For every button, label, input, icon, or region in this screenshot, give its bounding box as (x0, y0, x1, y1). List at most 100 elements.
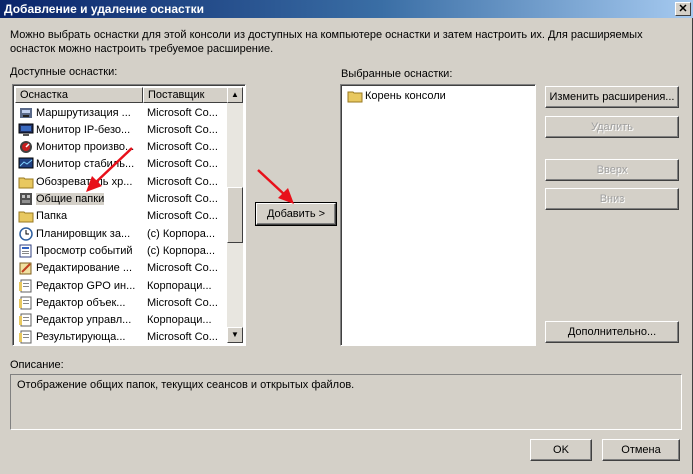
list-item[interactable]: Результирующа... Microsoft Co... (15, 329, 229, 345)
snapin-vendor: Microsoft Co... (147, 296, 218, 309)
list-item[interactable]: Редактор объек... Microsoft Co... (15, 294, 229, 311)
snapin-name: Результирующа... (36, 331, 126, 344)
snapin-vendor: Microsoft Co... (147, 331, 218, 344)
list-item[interactable]: Обозреватель хр... Microsoft Co... (15, 173, 229, 190)
description-box: Отображение общих папок, текущих сеансов… (10, 374, 682, 430)
description-label: Описание: (10, 359, 64, 371)
vertical-scrollbar[interactable]: ▲ ▼ (227, 87, 243, 343)
list-item[interactable]: Редактирование ... Microsoft Co... (15, 260, 229, 277)
list-item[interactable]: Маршрутизация ... Microsoft Co... (15, 104, 229, 121)
list-item[interactable]: Редактор управл... Корпораци... (15, 312, 229, 329)
snapin-name-cell: Монитор стабиль... (15, 157, 143, 171)
list-header: Оснастка Поставщик (15, 87, 229, 103)
snapin-name: Редактирование ... (36, 262, 133, 275)
snapin-name: Редактор GPO ин... (36, 279, 136, 292)
document-icon (18, 330, 34, 344)
editor-icon (18, 261, 34, 275)
event-viewer-icon (18, 244, 34, 258)
column-header-vendor[interactable]: Поставщик (143, 87, 229, 103)
snapin-name: Редактор объек... (36, 296, 126, 309)
snapin-vendor: (c) Корпора... (147, 227, 216, 240)
snapin-name: Общие папки (36, 193, 105, 205)
snapin-vendor: Microsoft Co... (147, 262, 218, 275)
snapin-vendor: Microsoft Co... (147, 175, 218, 188)
ok-button[interactable]: OK (530, 439, 592, 461)
snapin-vendor: Microsoft Co... (147, 123, 218, 136)
snapin-name-cell: Монитор IP-безо... (15, 123, 143, 137)
scroll-down-icon[interactable]: ▼ (227, 327, 243, 343)
snapin-vendor: (c) Корпора... (147, 244, 216, 257)
reliability-monitor-icon (18, 157, 34, 171)
snapin-name: Планировщик за... (36, 227, 131, 240)
scroll-thumb[interactable] (227, 187, 243, 243)
available-snapins-list[interactable]: Оснастка Поставщик Маршрутизация ... Micr… (12, 84, 246, 346)
snapin-name: Монитор IP-безо... (36, 123, 131, 136)
document-icon (18, 279, 34, 293)
list-item[interactable]: Папка Microsoft Co... (15, 208, 229, 225)
snapin-name-cell: Просмотр событий (15, 244, 143, 258)
snapin-name: Обозреватель хр... (36, 175, 133, 188)
add-button[interactable]: Добавить > (255, 202, 337, 226)
snapin-name-cell: Планировщик за... (15, 226, 143, 241)
snapin-name-cell: Монитор произво... (15, 140, 143, 154)
snapin-vendor: Microsoft Co... (147, 141, 218, 154)
snapin-vendor: Microsoft Co... (147, 210, 218, 223)
task-scheduler-icon (18, 226, 34, 241)
intro-text: Можно выбрать оснастки для этой консоли … (10, 29, 643, 55)
ipsec-monitor-icon (18, 123, 34, 137)
snapin-name-cell: Маршрутизация ... (15, 106, 143, 120)
list-item[interactable]: Корень консоли (347, 89, 446, 103)
snapin-name-cell: Редактор объек... (15, 296, 143, 310)
folder-icon (347, 89, 363, 103)
snapin-name: Редактор управл... (36, 314, 132, 327)
snapin-name: Просмотр событий (36, 244, 133, 257)
list-item[interactable]: Редактор GPO ин... Корпораци... (15, 277, 229, 294)
performance-monitor-icon (18, 140, 34, 154)
dialog-window: Добавление и удаление оснастки ✕ Можно в… (0, 0, 693, 474)
close-icon[interactable]: ✕ (675, 2, 691, 16)
list-item[interactable]: Монитор произво... Microsoft Co... (15, 139, 229, 156)
document-icon (18, 313, 34, 327)
routing-icon (18, 106, 34, 120)
snapin-name: Папка (36, 210, 68, 223)
move-up-button[interactable]: Вверх (545, 159, 679, 181)
document-icon (18, 296, 34, 310)
description-text: Отображение общих папок, текущих сеансов… (17, 379, 355, 391)
edit-extensions-button[interactable]: Изменить расширения... (545, 86, 679, 108)
selected-item-label: Корень консоли (365, 90, 446, 102)
scroll-up-icon[interactable]: ▲ (227, 87, 243, 103)
list-item[interactable]: Монитор IP-безо... Microsoft Co... (15, 121, 229, 138)
snapin-name-cell: Редактор GPO ин... (15, 279, 143, 293)
cancel-button[interactable]: Отмена (602, 439, 680, 461)
shared-folders-icon (18, 192, 34, 206)
snapin-vendor: Корпораци... (147, 279, 212, 292)
snapin-name-cell: Общие папки (15, 192, 143, 206)
snapin-name-cell: Результирующа... (15, 330, 143, 344)
list-item[interactable]: Общие папки Microsoft Co... (15, 191, 229, 208)
window-title: Добавление и удаление оснастки (4, 2, 204, 16)
folder-icon (18, 209, 34, 223)
list-item[interactable]: Планировщик за... (c) Корпора... (15, 225, 229, 242)
selected-snapins-list[interactable]: Корень консоли (340, 84, 536, 346)
snapin-name: Монитор произво... (36, 141, 135, 154)
snapin-name: Монитор стабиль... (36, 158, 135, 171)
remove-button[interactable]: Удалить (545, 116, 679, 138)
selected-snapins-label: Выбранные оснастки: (341, 68, 453, 80)
snapin-vendor: Корпораци... (147, 314, 212, 327)
snapin-vendor: Microsoft Co... (147, 193, 218, 205)
folder-icon (18, 175, 34, 189)
list-item[interactable]: Монитор стабиль... Microsoft Co... (15, 156, 229, 173)
snapin-name-cell: Редактор управл... (15, 313, 143, 327)
snapin-name: Маршрутизация ... (36, 106, 131, 119)
snapin-vendor: Microsoft Co... (147, 106, 218, 119)
advanced-button[interactable]: Дополнительно... (545, 321, 679, 343)
column-header-snapin[interactable]: Оснастка (15, 87, 143, 103)
snapin-name-cell: Папка (15, 209, 143, 223)
snapin-vendor: Microsoft Co... (147, 158, 218, 171)
snapin-name-cell: Редактирование ... (15, 261, 143, 275)
snapin-name-cell: Обозреватель хр... (15, 175, 143, 189)
move-down-button[interactable]: Вниз (545, 188, 679, 210)
title-bar: Добавление и удаление оснастки ✕ (0, 0, 693, 18)
list-item[interactable]: Просмотр событий (c) Корпора... (15, 242, 229, 259)
available-snapins-label: Доступные оснастки: (10, 66, 118, 78)
